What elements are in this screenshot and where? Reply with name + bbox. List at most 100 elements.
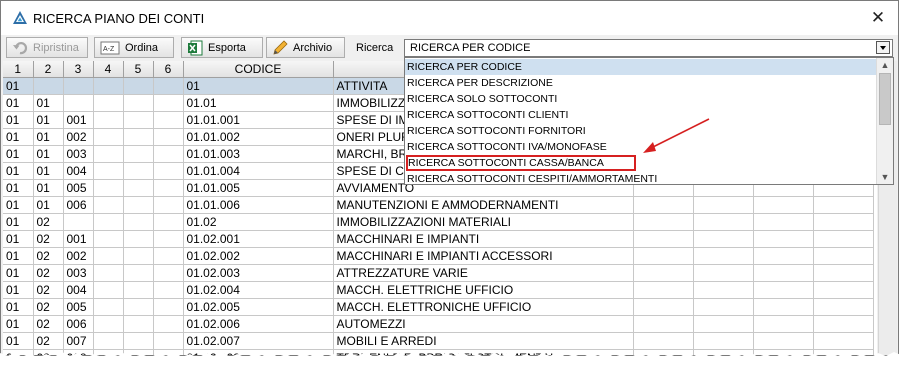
table-cell [633,196,694,214]
column-header[interactable]: 6 [153,61,184,78]
table-cell [753,196,814,214]
table-cell: 01 [3,247,34,265]
table-cell [93,264,124,282]
close-icon[interactable]: ✕ [868,8,888,28]
table-cell: 01.01.002 [183,128,334,146]
table-cell [93,213,124,231]
table-cell: 01 [3,298,34,316]
table-cell: 01.02 [183,213,334,231]
table-cell [813,247,874,265]
table-cell [633,315,694,333]
table-cell [693,332,754,350]
dropdown-option[interactable]: RICERCA SOTTOCONTI CASSA/BANCA [406,155,636,171]
table-cell [633,264,694,282]
table-cell: 01.01.001 [183,111,334,129]
table-row[interactable]: 01 02 004 01.02.004 MACCH. ELETTRICHE UFFICI… [3,281,874,299]
table-cell: 005 [63,179,94,197]
table-cell: 01 [33,94,64,112]
ripristina-button[interactable]: Ripristina [6,37,88,58]
table-cell [153,230,184,248]
dropdown-option[interactable]: RICERCA PER DESCRIZIONE [405,75,876,91]
table-cell [153,94,184,112]
table-cell [63,94,94,112]
ordina-button[interactable]: A-Z Ordina [94,37,174,58]
table-cell [63,213,94,231]
table-cell: 004 [63,281,94,299]
table-cell [693,247,754,265]
table-cell: 003 [63,264,94,282]
table-cell: AUTOMEZZI [333,315,634,333]
table-cell: 01.01 [183,94,334,112]
table-cell [153,332,184,350]
search-mode-combo[interactable]: RICERCA PER CODICE [404,39,893,57]
table-cell [633,230,694,248]
column-header[interactable]: 2 [33,61,64,78]
dropdown-option[interactable]: RICERCA SOTTOCONTI CESPITI/AMMORTAMENTI [405,171,876,184]
table-row[interactable]: 01 02 006 01.02.006 AUTOMEZZI [3,315,874,333]
table-cell: 02 [33,213,64,231]
table-cell [93,230,124,248]
table-cell [693,281,754,299]
table-cell [753,264,814,282]
table-cell [123,162,154,180]
table-row[interactable]: 01 02 007 01.02.007 MOBILI E ARREDI [3,332,874,350]
dropdown-option[interactable]: RICERCA SOLO SOTTOCONTI [405,91,876,107]
scroll-up-icon[interactable]: ▲ [880,60,890,70]
scroll-thumb[interactable] [879,73,891,125]
table-cell: 006 [63,315,94,333]
table-cell [123,179,154,197]
table-cell: 01 [3,145,34,163]
archivio-button[interactable]: Archivio [266,37,345,58]
table-cell [93,128,124,146]
column-header[interactable]: CODICE [183,61,334,78]
table-row[interactable]: 01 02 005 01.02.005 MACCH. ELETTRONICHE UFFI… [3,298,874,316]
column-header[interactable]: 4 [93,61,124,78]
column-header[interactable]: 5 [123,61,154,78]
table-cell [123,94,154,112]
table-cell: 01 [183,77,334,95]
table-cell [123,196,154,214]
table-cell: MACCHINARI E IMPIANTI [333,230,634,248]
table-cell [753,213,814,231]
table-row[interactable]: 01 02 01.02 IMMOBILIZZAZIONI MATERIALI [3,213,874,231]
table-cell: 002 [63,247,94,265]
table-cell [633,332,694,350]
dropdown-scrollbar[interactable]: ▲ ▼ [876,58,893,184]
table-row[interactable]: 01 02 003 01.02.003 ATTREZZATURE VARIE [3,264,874,282]
table-cell [63,77,94,95]
table-cell [93,332,124,350]
dropdown-arrow-icon[interactable] [876,41,890,54]
table-cell [753,332,814,350]
table-cell: 01 [3,332,34,350]
table-cell: MACCH. ELETTRICHE UFFICIO [333,281,634,299]
title-bar: RICERCA PIANO DEI CONTI ✕ [1,1,898,35]
torn-edge [0,352,901,369]
table-cell [123,332,154,350]
table-cell [813,230,874,248]
table-cell [123,213,154,231]
table-cell [93,298,124,316]
table-cell [123,128,154,146]
table-cell [813,281,874,299]
undo-icon [13,41,28,54]
column-header[interactable]: 1 [3,61,34,78]
table-cell: 01 [33,162,64,180]
search-chart-of-accounts-window: RICERCA PIANO DEI CONTI ✕ Ripristina A-Z… [0,0,899,356]
table-cell [93,281,124,299]
table-cell: 003 [63,145,94,163]
scroll-down-icon[interactable]: ▼ [880,172,890,182]
table-row[interactable]: 01 02 001 01.02.001 MACCHINARI E IMPIANTI [3,230,874,248]
table-cell: 006 [63,196,94,214]
column-header[interactable]: 3 [63,61,94,78]
table-cell [633,247,694,265]
table-row[interactable]: 01 02 002 01.02.002 MACCHINARI E IMPIANTI AC… [3,247,874,265]
table-cell [153,128,184,146]
dropdown-option[interactable]: RICERCA PER CODICE [405,59,876,75]
table-cell: 01 [3,162,34,180]
table-cell: 01 [33,179,64,197]
table-cell [633,298,694,316]
esporta-button[interactable]: Esporta [181,37,263,58]
table-row[interactable]: 01 01 006 01.01.006 MANUTENZIONI E AMMODERNA… [3,196,874,214]
table-cell [93,162,124,180]
table-cell: 01.02.002 [183,247,334,265]
